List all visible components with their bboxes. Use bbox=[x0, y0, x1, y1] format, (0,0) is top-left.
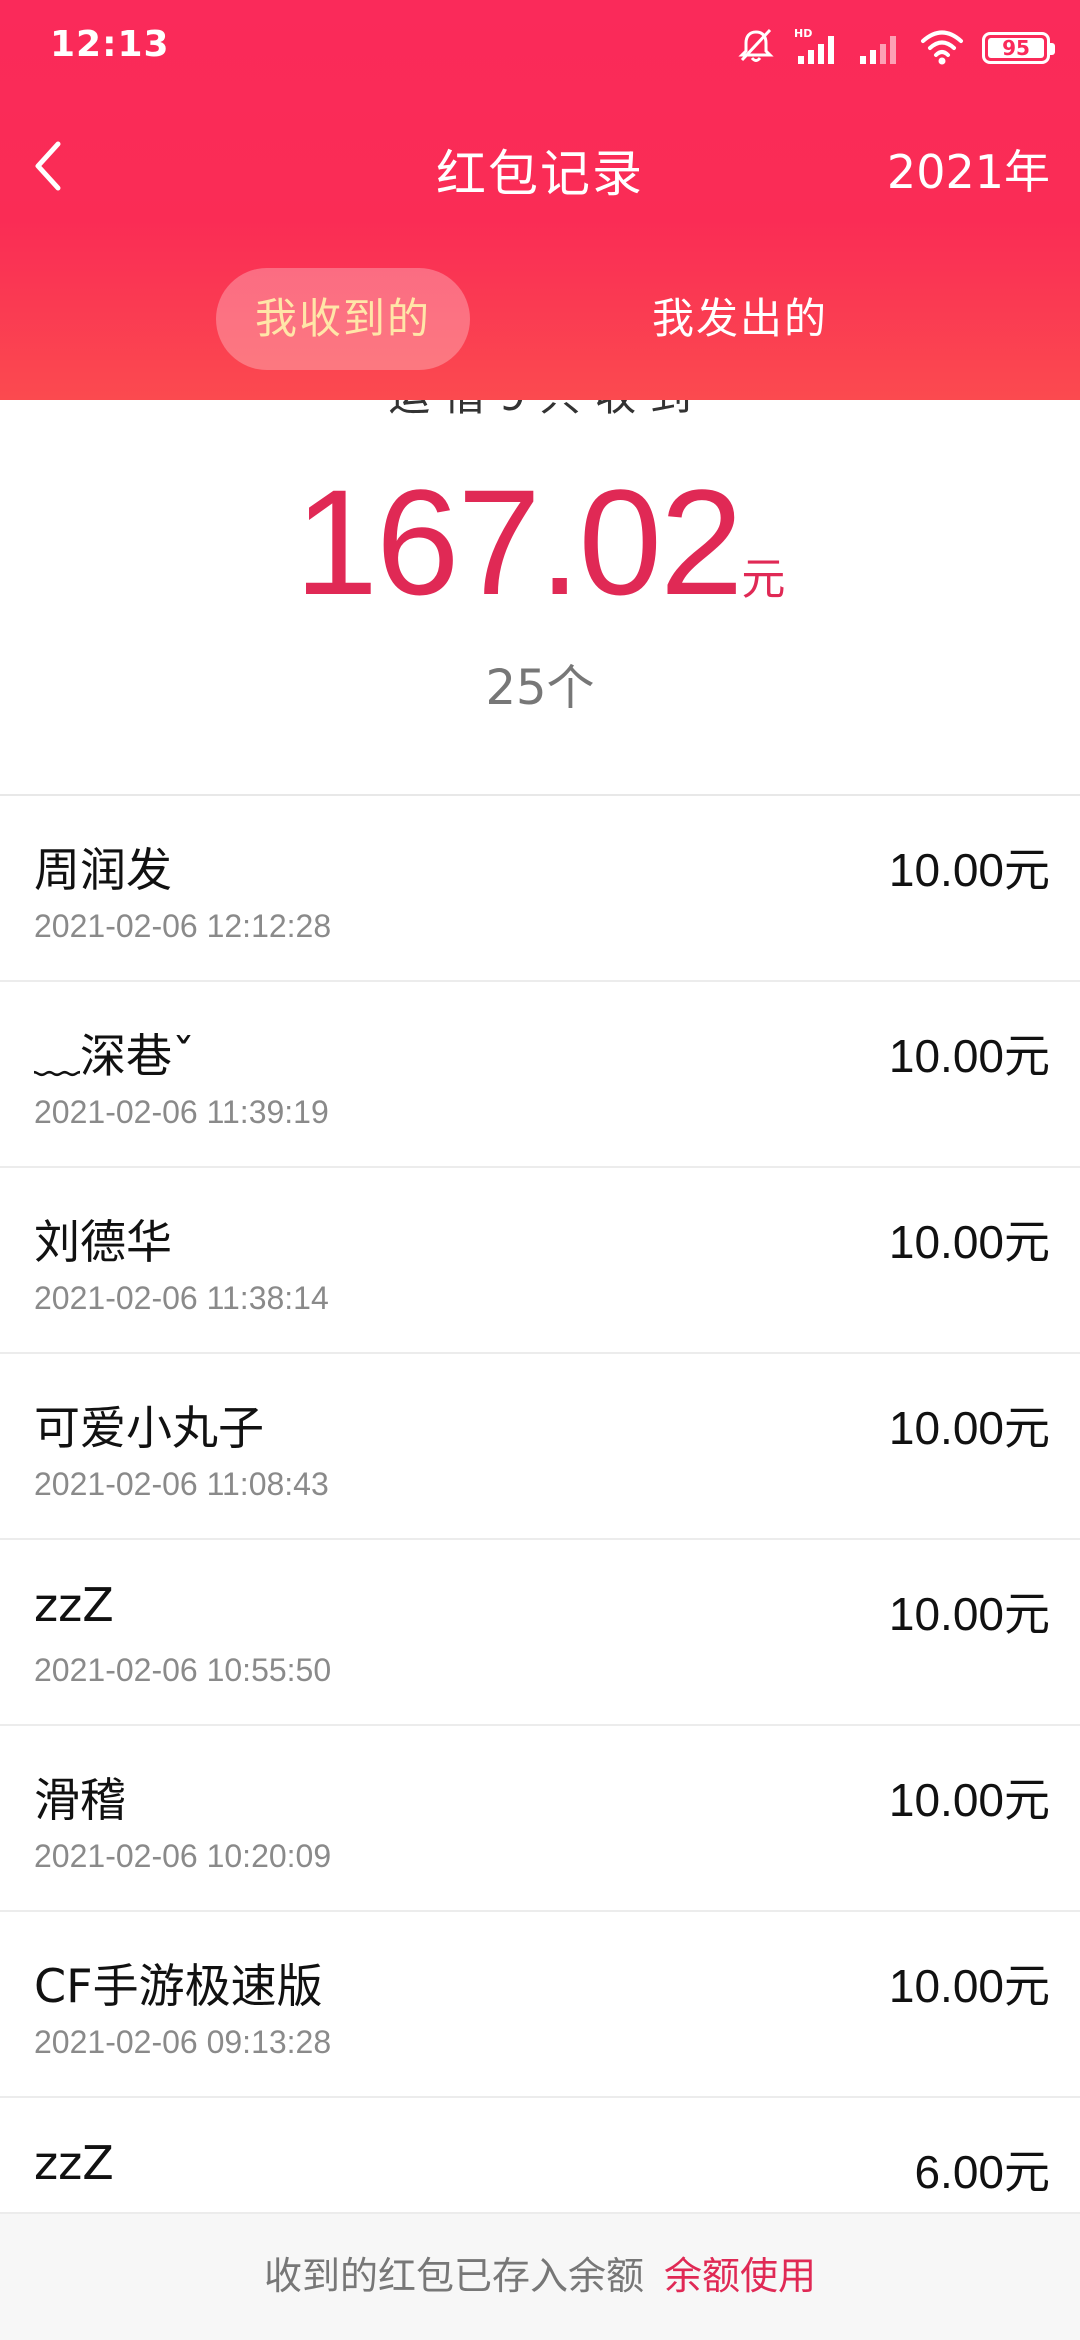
svg-text:HD: HD bbox=[794, 27, 812, 40]
record-amount: 10.00元 bbox=[888, 1960, 1050, 2012]
nav-bar: 红包记录 2021年 bbox=[0, 110, 1080, 222]
list-item[interactable]: 滑稽 2021-02-06 10:20:09 10.00元 bbox=[0, 1726, 1080, 1912]
tab-bar: 我收到的 我发出的 bbox=[0, 268, 1080, 370]
packet-count: 25个 bbox=[485, 660, 595, 716]
wifi-icon bbox=[920, 26, 964, 70]
record-amount: 10.00元 bbox=[888, 1030, 1050, 1082]
list-item[interactable]: zzZ 2021-02-06 10:55:50 10.00元 bbox=[0, 1540, 1080, 1726]
battery-icon: 95 bbox=[982, 32, 1055, 64]
sender-name: zzZ bbox=[34, 1578, 114, 1632]
tab-sent[interactable]: 我发出的 bbox=[620, 268, 860, 370]
sender-name: ﹏深巷ˇ bbox=[34, 1029, 195, 1083]
signal-icon bbox=[858, 26, 902, 70]
list-item[interactable]: 周润发 2021-02-06 12:12:28 10.00元 bbox=[0, 796, 1080, 982]
summary-panel: 运 借 9 共 收 到 167.02元 25个 bbox=[0, 400, 1080, 794]
sender-name: zzZ bbox=[34, 2136, 114, 2190]
footer-text: 收到的红包已存入余额 bbox=[263, 2254, 644, 2298]
list-item[interactable]: 刘德华 2021-02-06 11:38:14 10.00元 bbox=[0, 1168, 1080, 1354]
total-amount-value: 167.02 bbox=[294, 458, 744, 626]
received-time: 2021-02-06 09:13:28 bbox=[34, 2024, 332, 2060]
status-bar: 12:13 HD 95 bbox=[0, 0, 1080, 96]
record-amount: 10.00元 bbox=[888, 1216, 1050, 1268]
list-item[interactable]: ﹏深巷ˇ 2021-02-06 11:39:19 10.00元 bbox=[0, 982, 1080, 1168]
record-amount: 10.00元 bbox=[888, 1774, 1050, 1826]
battery-level: 95 bbox=[1002, 36, 1030, 60]
sender-name: CF手游极速版 bbox=[34, 1959, 323, 2013]
total-amount: 167.02元 bbox=[0, 456, 1080, 629]
tab-received[interactable]: 我收到的 bbox=[216, 268, 470, 370]
balance-use-link[interactable]: 余额使用 bbox=[664, 2254, 816, 2298]
total-amount-unit: 元 bbox=[741, 554, 786, 605]
received-time: 2021-02-06 11:38:14 bbox=[34, 1280, 329, 1316]
sender-name: 滑稽 bbox=[34, 1773, 126, 1827]
status-icons: HD 95 bbox=[736, 26, 1055, 70]
record-amount: 10.00元 bbox=[888, 1588, 1050, 1640]
year-selector[interactable]: 2021年 bbox=[887, 136, 1050, 202]
received-time: 2021-02-06 10:20:09 bbox=[34, 1838, 332, 1874]
received-time: 2021-02-06 11:08:43 bbox=[34, 1466, 329, 1502]
record-amount: 10.00元 bbox=[888, 1402, 1050, 1454]
status-time: 12:13 bbox=[50, 24, 170, 65]
mute-bell-icon bbox=[736, 26, 776, 70]
footer-bar: 收到的红包已存入余额 余额使用 bbox=[0, 2212, 1080, 2340]
sender-name: 可爱小丸子 bbox=[34, 1401, 264, 1455]
summary-partial-text: 运 借 9 共 收 到 bbox=[0, 400, 1080, 423]
received-time: 2021-02-06 12:12:28 bbox=[34, 908, 332, 944]
hd-signal-icon: HD bbox=[794, 26, 840, 70]
list-item[interactable]: 可爱小丸子 2021-02-06 11:08:43 10.00元 bbox=[0, 1354, 1080, 1540]
record-amount: 10.00元 bbox=[888, 844, 1050, 896]
header: 12:13 HD 95 红包记录 2021年 我收到的 我发出的 bbox=[0, 0, 1080, 400]
list-item[interactable]: CF手游极速版 2021-02-06 09:13:28 10.00元 bbox=[0, 1912, 1080, 2098]
sender-name: 刘德华 bbox=[34, 1215, 172, 1269]
received-time: 2021-02-06 10:55:50 bbox=[34, 1652, 332, 1688]
sender-name: 周润发 bbox=[34, 843, 172, 897]
received-time: 2021-02-06 11:39:19 bbox=[34, 1094, 329, 1130]
record-amount: 6.00元 bbox=[914, 2146, 1050, 2198]
record-list: 周润发 2021-02-06 12:12:28 10.00元 ﹏深巷ˇ 2021… bbox=[0, 794, 1080, 2284]
